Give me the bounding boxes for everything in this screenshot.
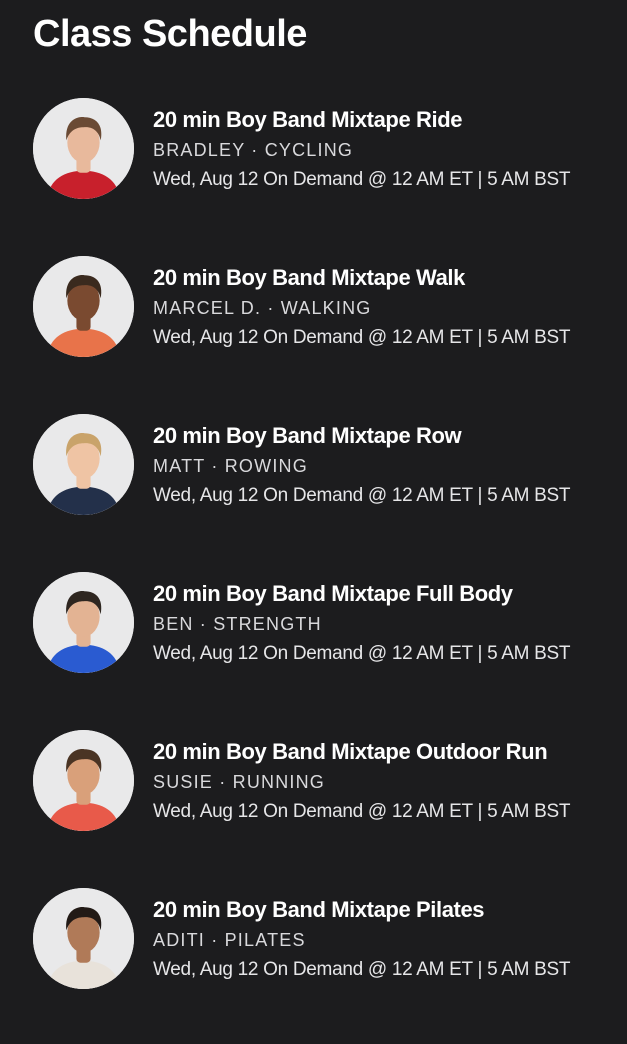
instructor-avatar-aditi[interactable] <box>33 888 134 989</box>
class-list-item[interactable]: 20 min Boy Band Mixtape Pilates ADITI · … <box>0 886 627 1044</box>
class-instructor-discipline: BEN · STRENGTH <box>153 614 322 634</box>
class-schedule-time: Wed, Aug 12 On Demand @ 12 AM ET | 5 AM … <box>153 485 571 506</box>
class-list-item[interactable]: 20 min Boy Band Mixtape Ride BRADLEY · C… <box>0 96 627 254</box>
page-title: Class Schedule <box>33 13 307 55</box>
avatar-icon <box>33 572 134 673</box>
instructor-avatar-susie[interactable] <box>33 730 134 831</box>
avatar-icon <box>33 98 134 199</box>
class-instructor-discipline: MATT · ROWING <box>153 456 308 476</box>
class-title[interactable]: 20 min Boy Band Mixtape Outdoor Run <box>153 738 619 766</box>
class-info: 20 min Boy Band Mixtape Full Body BEN · … <box>153 580 619 667</box>
class-title[interactable]: 20 min Boy Band Mixtape Ride <box>153 106 619 134</box>
avatar-icon <box>33 888 134 989</box>
class-instructor-discipline: ADITI · PILATES <box>153 930 306 950</box>
class-list-item[interactable]: 20 min Boy Band Mixtape Full Body BEN · … <box>0 570 627 728</box>
class-title[interactable]: 20 min Boy Band Mixtape Row <box>153 422 619 450</box>
class-instructor-discipline: SUSIE · RUNNING <box>153 772 326 792</box>
instructor-avatar-bradley[interactable] <box>33 98 134 199</box>
class-instructor-discipline: MARCEL D. · WALKING <box>153 298 372 318</box>
class-list-item[interactable]: 20 min Boy Band Mixtape Outdoor Run SUSI… <box>0 728 627 886</box>
class-schedule-time: Wed, Aug 12 On Demand @ 12 AM ET | 5 AM … <box>153 327 571 348</box>
class-title[interactable]: 20 min Boy Band Mixtape Pilates <box>153 896 619 924</box>
class-list-item[interactable]: 20 min Boy Band Mixtape Walk MARCEL D. ·… <box>0 254 627 412</box>
class-info: 20 min Boy Band Mixtape Outdoor Run SUSI… <box>153 738 619 825</box>
class-schedule-time: Wed, Aug 12 On Demand @ 12 AM ET | 5 AM … <box>153 643 571 664</box>
class-schedule-time: Wed, Aug 12 On Demand @ 12 AM ET | 5 AM … <box>153 801 571 822</box>
instructor-avatar-ben[interactable] <box>33 572 134 673</box>
instructor-avatar-matt[interactable] <box>33 414 134 515</box>
class-schedule-time: Wed, Aug 12 On Demand @ 12 AM ET | 5 AM … <box>153 169 571 190</box>
avatar-icon <box>33 256 134 357</box>
instructor-avatar-marcel[interactable] <box>33 256 134 357</box>
class-info: 20 min Boy Band Mixtape Walk MARCEL D. ·… <box>153 264 619 351</box>
class-info: 20 min Boy Band Mixtape Row MATT · ROWIN… <box>153 422 619 509</box>
class-list: 20 min Boy Band Mixtape Ride BRADLEY · C… <box>0 96 627 1044</box>
class-list-item[interactable]: 20 min Boy Band Mixtape Row MATT · ROWIN… <box>0 412 627 570</box>
class-info: 20 min Boy Band Mixtape Pilates ADITI · … <box>153 896 619 983</box>
class-title[interactable]: 20 min Boy Band Mixtape Walk <box>153 264 619 292</box>
avatar-icon <box>33 730 134 831</box>
class-info: 20 min Boy Band Mixtape Ride BRADLEY · C… <box>153 106 619 193</box>
class-title[interactable]: 20 min Boy Band Mixtape Full Body <box>153 580 619 608</box>
avatar-icon <box>33 414 134 515</box>
class-schedule-time: Wed, Aug 12 On Demand @ 12 AM ET | 5 AM … <box>153 959 571 980</box>
class-instructor-discipline: BRADLEY · CYCLING <box>153 140 354 160</box>
